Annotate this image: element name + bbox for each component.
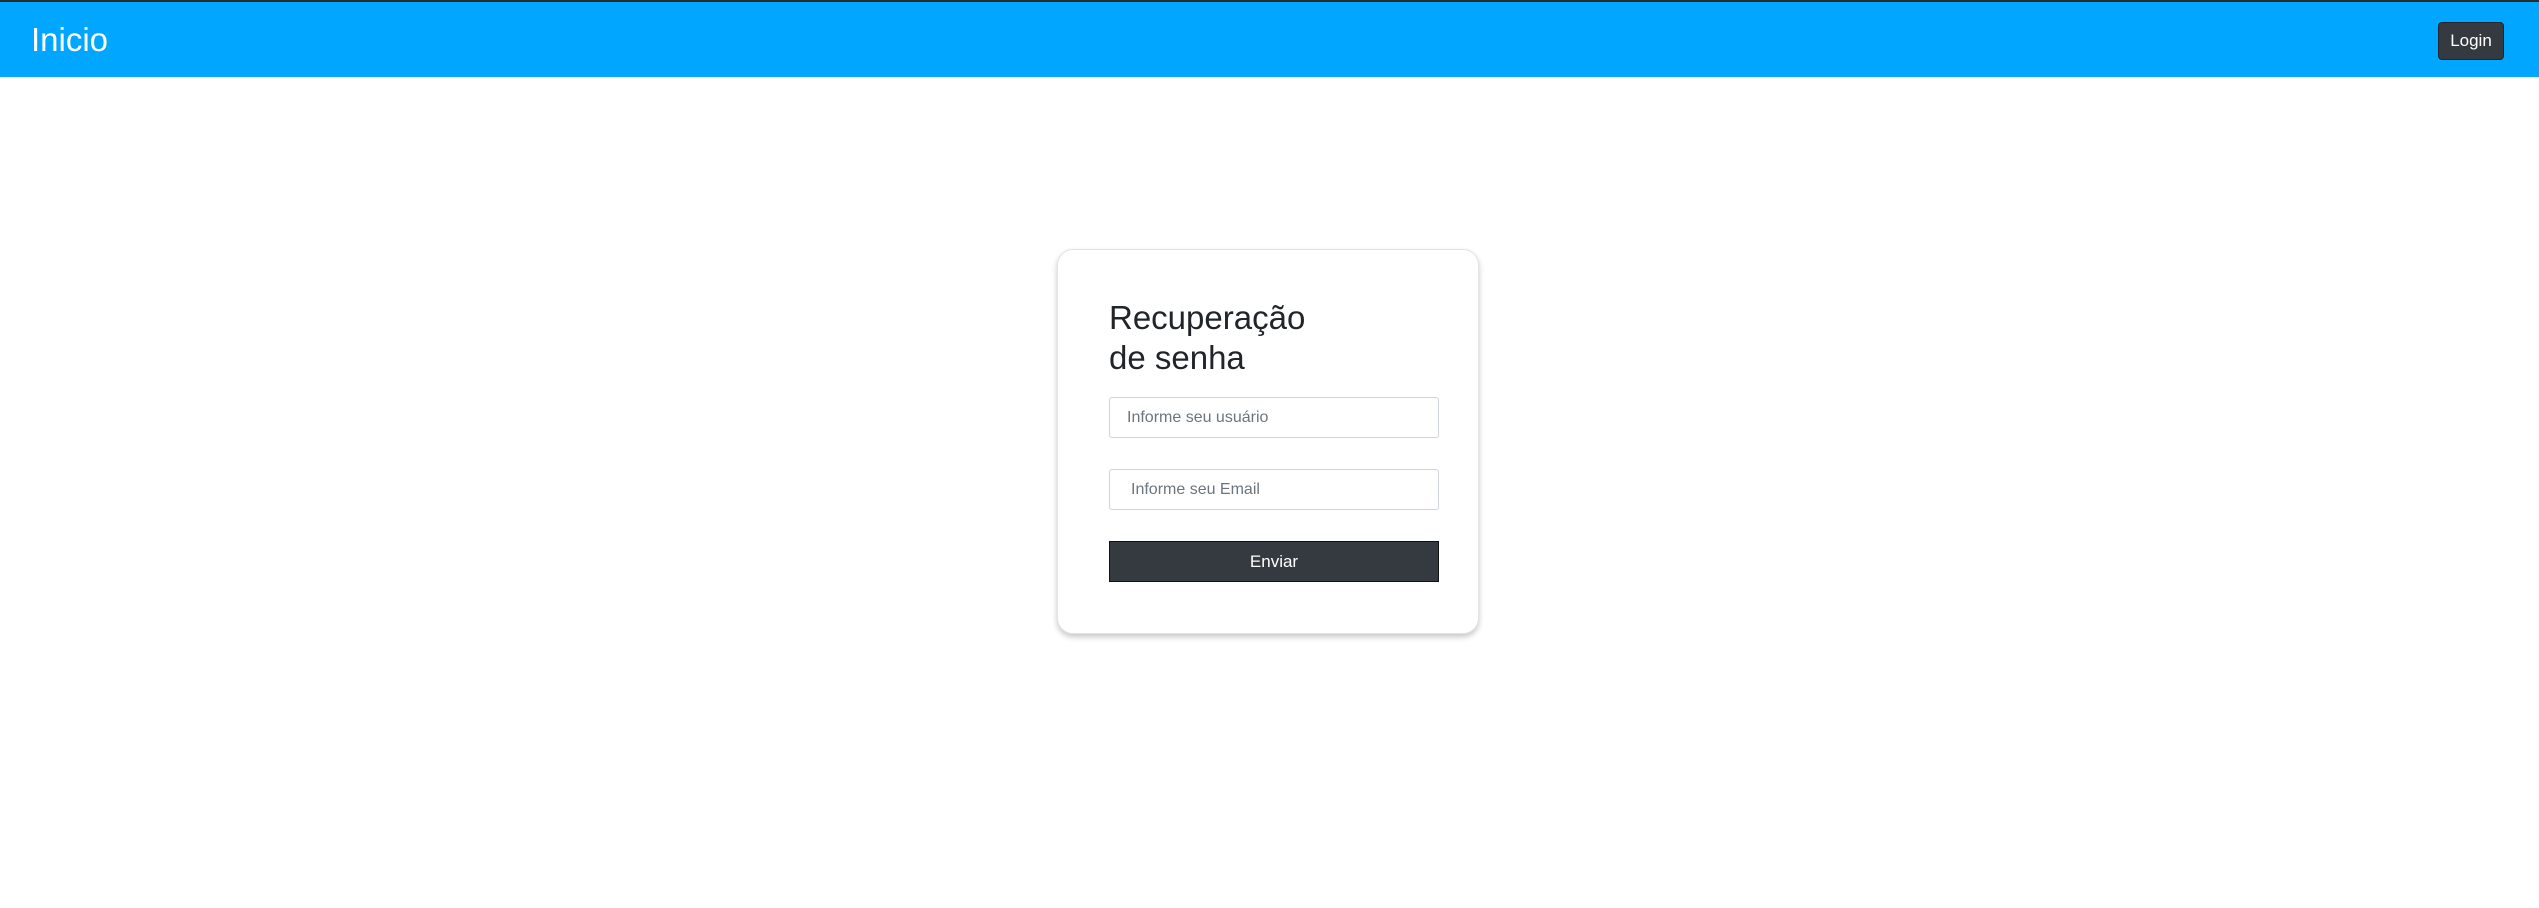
username-input[interactable] xyxy=(1109,397,1439,438)
submit-button[interactable]: Enviar xyxy=(1109,541,1439,582)
top-navbar: Inicio Login xyxy=(0,0,2539,77)
login-button[interactable]: Login xyxy=(2438,22,2504,60)
password-recovery-card: Recuperação de senha Enviar xyxy=(1057,249,1479,634)
email-input[interactable] xyxy=(1109,469,1439,510)
card-title: Recuperação de senha xyxy=(1109,299,1306,376)
brand-link[interactable]: Inicio xyxy=(31,20,108,60)
